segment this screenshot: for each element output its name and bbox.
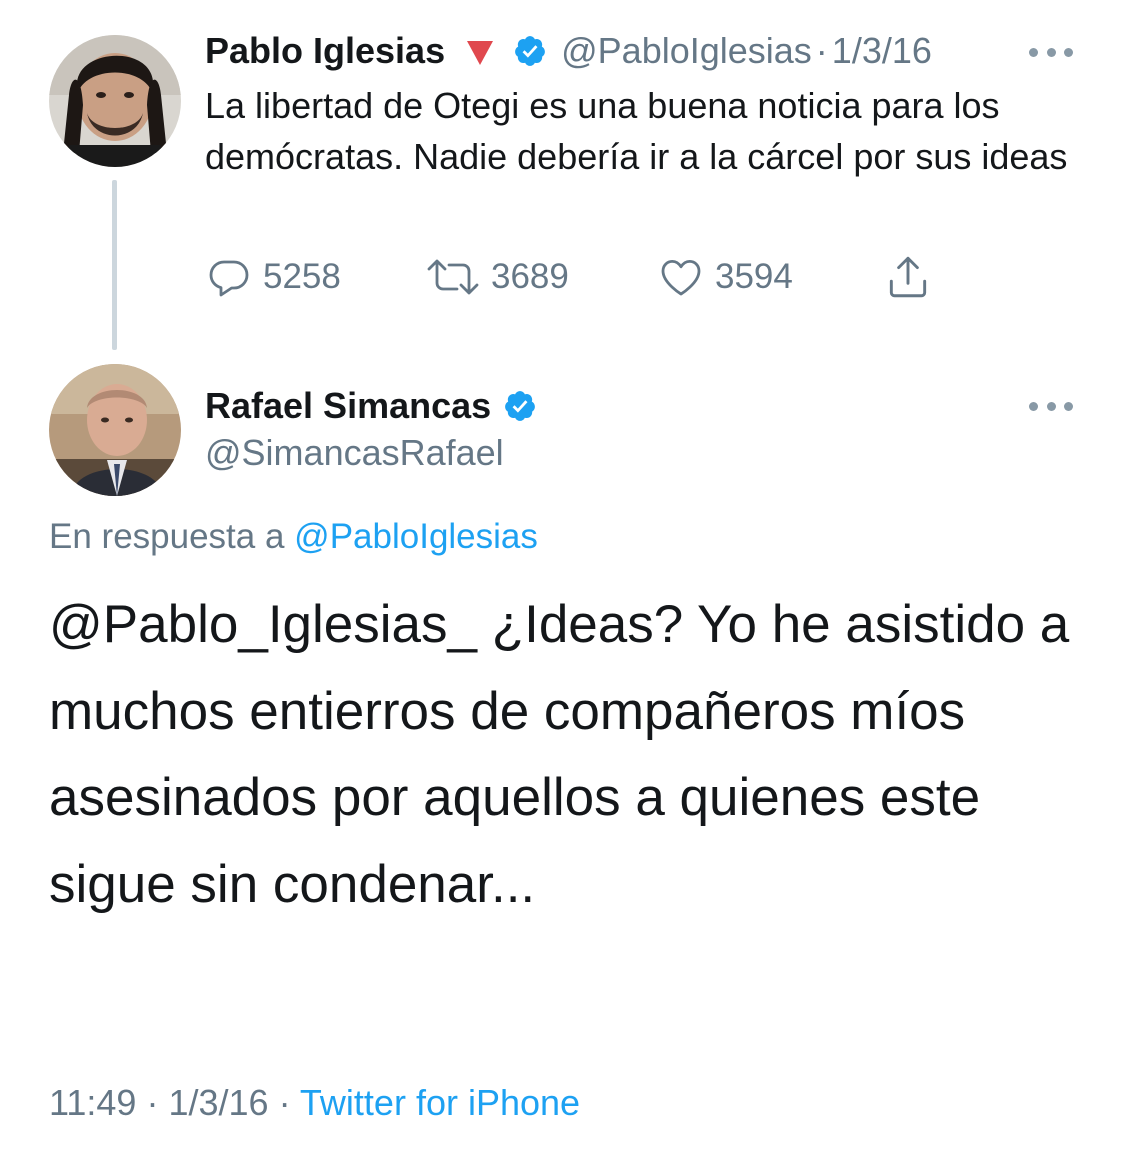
reply-count: 5258 xyxy=(263,257,341,296)
heart-icon xyxy=(657,253,705,301)
avatar-pablo-iglesias[interactable] xyxy=(49,35,181,167)
thread-connector-line xyxy=(112,180,117,350)
in-reply-to-line: En respuesta a @PabloIglesias xyxy=(49,517,538,557)
author-handle[interactable]: @PabloIglesias xyxy=(561,30,812,72)
parent-tweet[interactable]: Pablo Iglesias @PabloIglesias · 1/3/16 L… xyxy=(0,0,1125,360)
verified-icon xyxy=(513,34,547,68)
tweet-time: 11:49 xyxy=(49,1082,137,1123)
separator-dot: · xyxy=(146,1082,159,1123)
reply-author-row: Rafael Simancas xyxy=(205,383,537,429)
more-dot xyxy=(1046,401,1056,411)
in-reply-to-handle-link[interactable]: @PabloIglesias xyxy=(294,517,538,556)
reply-tweet-text: @Pablo_Iglesias_ ¿Ideas? Yo he asistido … xyxy=(49,595,1070,914)
separator-dot: · xyxy=(815,30,828,71)
retweet-count: 3689 xyxy=(491,257,569,296)
share-icon xyxy=(883,252,933,302)
more-dot xyxy=(1046,47,1056,57)
tweet-date: 1/3/16 xyxy=(168,1082,269,1123)
reply-author-handle[interactable]: @SimancasRafael xyxy=(205,432,504,474)
tweet-source-link[interactable]: Twitter for iPhone xyxy=(300,1082,580,1123)
in-reply-to-label: En respuesta a xyxy=(49,517,285,556)
reply-icon xyxy=(205,253,253,301)
tweet-meta: 11:49 · 1/3/16 · Twitter for iPhone xyxy=(49,1082,580,1124)
more-dot xyxy=(1064,47,1073,57)
parent-tweet-header: Pablo Iglesias @PabloIglesias · 1/3/16 xyxy=(205,28,932,74)
tweet-text: La libertad de Otegi es una buena notici… xyxy=(205,85,1068,177)
avatar-rafael-simancas[interactable] xyxy=(49,364,181,496)
more-dot xyxy=(1029,401,1038,411)
more-dot xyxy=(1064,401,1073,411)
reply-button[interactable]: 5258 xyxy=(205,250,341,304)
verified-icon xyxy=(503,389,537,423)
reply-author-name[interactable]: Rafael Simancas xyxy=(205,385,491,427)
more-icon[interactable] xyxy=(1029,46,1073,58)
retweet-button[interactable]: 3689 xyxy=(425,250,569,304)
retweet-icon xyxy=(425,253,481,301)
more-dot xyxy=(1029,47,1038,57)
tweet-actions: 5258 3689 3594 xyxy=(205,250,945,304)
separator-dot: · xyxy=(278,1082,291,1123)
red-triangle-icon xyxy=(467,41,494,65)
more-icon[interactable] xyxy=(1029,400,1073,412)
like-count: 3594 xyxy=(715,257,793,296)
author-name[interactable]: Pablo Iglesias xyxy=(205,30,445,72)
like-button[interactable]: 3594 xyxy=(657,250,793,304)
share-button[interactable] xyxy=(883,250,933,304)
tweet-date[interactable]: 1/3/16 xyxy=(832,30,932,72)
